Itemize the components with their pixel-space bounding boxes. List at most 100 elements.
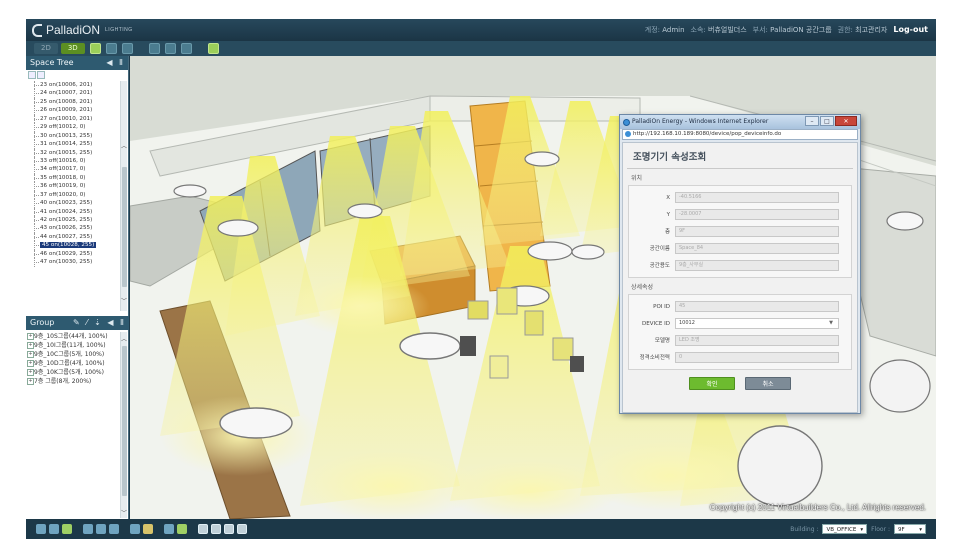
tree-item[interactable]: 46 on(10029, 255) xyxy=(26,249,120,259)
collapse-all-icon[interactable] xyxy=(37,71,45,79)
building-icon[interactable] xyxy=(207,43,219,54)
tree-item-label: 34 off(10017, 0) xyxy=(40,166,86,173)
tree-item[interactable]: 27 on(10010, 201) xyxy=(26,114,120,124)
group-item[interactable]: 9층_10S그룹(44개, 100%) xyxy=(26,332,120,341)
chevron-down-icon[interactable]: ▼ xyxy=(829,319,833,328)
tree-item[interactable]: 24 on(10007, 201) xyxy=(26,89,120,99)
field-input[interactable]: -40.5166 xyxy=(675,192,839,203)
tree-item[interactable]: 32 on(10015, 255) xyxy=(26,148,120,158)
field-label: 공간이름 xyxy=(649,245,670,252)
building-select[interactable]: VB_OFFICE ▾ xyxy=(822,524,868,534)
group-item[interactable]: 9층_10D그룹(4개, 100%) xyxy=(26,359,120,368)
tree-item[interactable]: 25 on(10008, 201) xyxy=(26,97,120,107)
scroll-up-icon[interactable]: ︿ xyxy=(121,141,127,150)
tree-item[interactable]: 35 off(10018, 0) xyxy=(26,173,120,183)
space-tree-tools[interactable]: ◀ Ⅱ xyxy=(106,56,125,70)
field-row: Y -28.0007 xyxy=(629,206,851,223)
screen-layout-icon[interactable] xyxy=(164,43,176,54)
maximize-button[interactable]: □ xyxy=(820,116,834,126)
person-view-icon[interactable] xyxy=(121,43,133,54)
select-tool-icon[interactable] xyxy=(89,43,101,54)
bottom-toolbar: Building : VB_OFFICE ▾ Floor : 9F ▾ xyxy=(26,519,936,539)
tree-item[interactable]: 37 off(10020, 0) xyxy=(26,190,120,200)
move-tool-icon[interactable] xyxy=(36,524,46,534)
tree-item[interactable]: 26 on(10009, 201) xyxy=(26,106,120,116)
field-input[interactable]: 9F xyxy=(675,226,839,237)
fly-person-icon[interactable] xyxy=(96,524,106,534)
monitor-icon[interactable] xyxy=(148,43,160,54)
division-label: 부서: xyxy=(752,26,768,34)
ok-button[interactable]: 확인 xyxy=(689,377,735,390)
tree-item[interactable]: 29 off(10012, 0) xyxy=(26,123,120,133)
brand-name: PalladiON xyxy=(46,23,101,37)
tree-item[interactable]: 42 on(10025, 255) xyxy=(26,216,120,225)
group-scroll-down-icon[interactable]: ﹀ xyxy=(121,508,127,517)
zoom-tool-icon[interactable] xyxy=(49,524,59,534)
field-input[interactable]: 9층_사무실 xyxy=(675,260,839,271)
scroll-thumb[interactable] xyxy=(122,167,127,287)
tree-item[interactable]: 23 on(10006, 201) xyxy=(26,81,120,90)
dialog-window-title: PalladiOn Energy - Windows Internet Expl… xyxy=(632,118,769,125)
dialog-titlebar[interactable]: PalladiOn Energy - Windows Internet Expl… xyxy=(620,115,860,129)
folder-open-icon[interactable] xyxy=(180,43,192,54)
dialog-buttons: 확인 취소 xyxy=(623,377,857,390)
orbit-tool-icon[interactable] xyxy=(62,524,72,534)
layer-icon[interactable] xyxy=(224,524,234,534)
field-input[interactable]: 45 xyxy=(675,301,839,312)
logout-link[interactable]: Log-out xyxy=(893,25,928,35)
energy-icon[interactable] xyxy=(177,524,187,534)
group-scroll-up-icon[interactable]: ︿ xyxy=(121,334,127,343)
close-button[interactable]: ✕ xyxy=(835,116,857,126)
tree-item[interactable]: 36 off(10019, 0) xyxy=(26,182,120,192)
brand-sub: LIGHTING xyxy=(105,27,133,33)
tab-2d[interactable]: 2D xyxy=(34,43,58,54)
camera-icon[interactable] xyxy=(109,524,119,534)
group-item[interactable]: 9층_10C그룹(5개, 100%) xyxy=(26,350,120,359)
field-row: 공간이름 Space_84 xyxy=(629,240,851,257)
group-item[interactable]: 7층 그룹(8개, 200%) xyxy=(26,377,120,386)
group-item[interactable]: 9층_10K그룹(5개, 100%) xyxy=(26,368,120,377)
chart-icon[interactable] xyxy=(164,524,174,534)
account-label: 계정: xyxy=(644,26,660,34)
tree-item[interactable]: 40 on(10023, 255) xyxy=(26,199,120,209)
grid-view-icon[interactable] xyxy=(211,524,221,534)
group-scrollbar[interactable]: ︿ ﹀ xyxy=(120,332,127,518)
measure-icon[interactable] xyxy=(130,524,140,534)
tree-item[interactable]: 45 on(10028, 255) xyxy=(26,241,120,251)
floor-select[interactable]: 9F ▾ xyxy=(894,524,926,534)
field-input[interactable]: Space_84 xyxy=(675,243,839,254)
space-tree-scrollbar[interactable]: ︿ ﹀ xyxy=(120,81,127,311)
copyright-text: Copyright (c) 2011 Virtualbuilders Co., … xyxy=(709,503,926,512)
light-icon[interactable] xyxy=(143,524,153,534)
tree-item-label: 43 on(10026, 255) xyxy=(40,225,93,232)
tree-item[interactable]: 33 off(10016, 0) xyxy=(26,156,120,166)
rotate-view-icon[interactable] xyxy=(105,43,117,54)
expand-all-icon[interactable] xyxy=(28,71,36,79)
tree-item[interactable]: 47 on(10030, 255) xyxy=(26,258,120,268)
tree-item[interactable]: 41 on(10024, 255) xyxy=(26,207,120,217)
tree-item[interactable]: 43 on(10026, 255) xyxy=(26,224,120,234)
field-input[interactable]: LED 조명 xyxy=(675,335,839,346)
cancel-button[interactable]: 취소 xyxy=(745,377,791,390)
account-value: Admin xyxy=(662,26,685,34)
group-item[interactable]: 9층_10I그룹(11개, 100%) xyxy=(26,341,120,350)
field-input[interactable]: -28.0007 xyxy=(675,209,839,220)
field-input[interactable]: 10012 ▼ xyxy=(675,318,839,329)
tab-3d[interactable]: 3D xyxy=(60,43,85,54)
tree-item[interactable]: 31 on(10014, 255) xyxy=(26,140,120,149)
walk-person-icon[interactable] xyxy=(83,524,93,534)
company-value: 버츄얼빌더스 xyxy=(708,26,747,34)
field-input[interactable]: 0 xyxy=(675,352,839,363)
minimize-button[interactable]: – xyxy=(805,116,819,126)
space-tree-title: Space Tree xyxy=(30,58,74,67)
tree-item-label: 37 off(10020, 0) xyxy=(40,191,86,198)
tree-item[interactable]: 30 on(10013, 255) xyxy=(26,131,120,141)
address-bar[interactable]: http://192.168.10.189:8080/device/pop_de… xyxy=(622,129,858,140)
tree-item[interactable]: 44 on(10027, 255) xyxy=(26,232,120,242)
group-scroll-thumb[interactable] xyxy=(122,346,127,496)
export-icon[interactable] xyxy=(237,524,247,534)
group-tools[interactable]: ✎ ⁄ ⇣ ◀ Ⅱ xyxy=(73,316,126,330)
tree-item[interactable]: 34 off(10017, 0) xyxy=(26,165,120,175)
floor-plan-icon[interactable] xyxy=(198,524,208,534)
scroll-down-icon[interactable]: ﹀ xyxy=(121,296,127,305)
